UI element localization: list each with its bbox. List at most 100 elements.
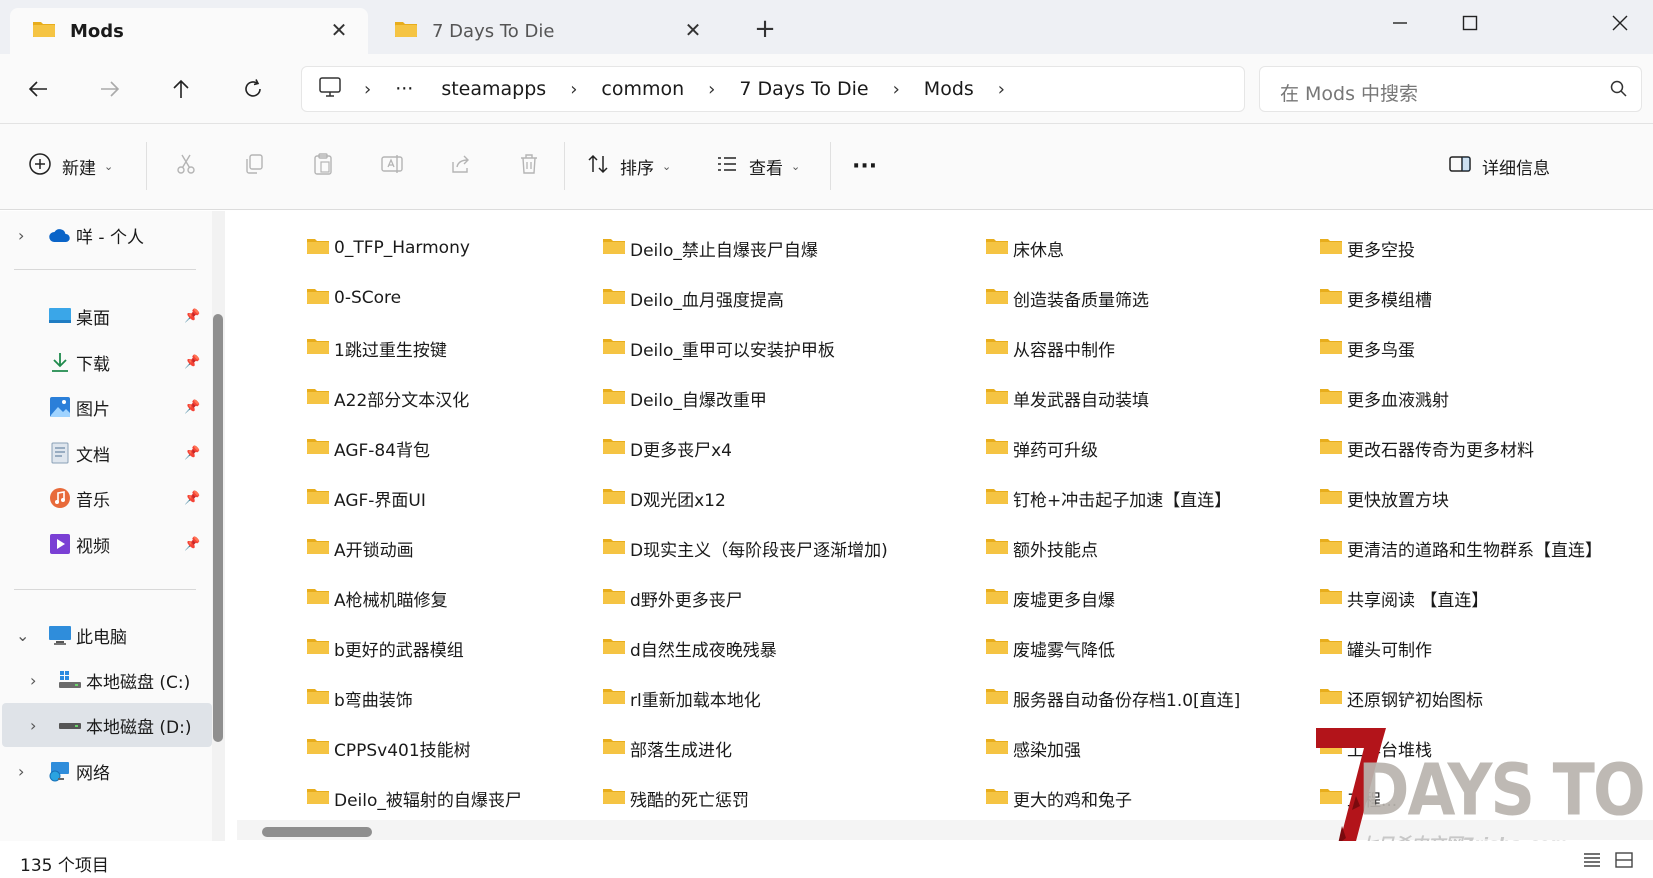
details-pane-button[interactable]: 详细信息 xyxy=(1448,148,1550,184)
sidebar-item-downloads[interactable]: 下载 📌 xyxy=(0,340,212,384)
address-bar[interactable]: › ··· steamapps › common › 7 Days To Die… xyxy=(301,66,1245,112)
breadcrumb-mods[interactable]: Mods xyxy=(924,78,974,100)
minimize-button[interactable] xyxy=(1376,6,1424,40)
share-button[interactable] xyxy=(443,148,479,184)
folder-item[interactable]: 更快放置方块 xyxy=(1319,483,1449,513)
sidebar-item-documents[interactable]: 文档 📌 xyxy=(0,431,212,475)
sidebar-item-this-pc[interactable]: ⌄ 此电脑 xyxy=(0,613,212,657)
pin-icon[interactable]: 📌 xyxy=(184,491,200,506)
sidebar-item-onedrive[interactable]: › 咩 - 个人 xyxy=(0,213,212,257)
folder-item[interactable]: 服务器自动备份存档1.0[直连] xyxy=(985,683,1240,713)
cut-button[interactable] xyxy=(168,148,204,184)
paste-button[interactable] xyxy=(305,148,341,184)
rename-button[interactable] xyxy=(374,148,410,184)
folder-item[interactable]: b更好的武器模组 xyxy=(306,633,464,663)
folder-item[interactable]: 更清洁的道路和生物群系【直连】 xyxy=(1319,533,1602,563)
pin-icon[interactable]: 📌 xyxy=(184,355,200,370)
search-box[interactable]: 在 Mods 中搜索 xyxy=(1259,66,1642,112)
folder-item[interactable]: rl重新加载本地化 xyxy=(602,683,761,713)
folder-item[interactable]: 共享阅读 【直连】 xyxy=(1319,583,1488,613)
sidebar-item-drive-d[interactable]: › 本地磁盘 (D:) xyxy=(2,703,212,747)
search-input[interactable]: 在 Mods 中搜索 xyxy=(1280,79,1418,106)
folder-item[interactable]: Deilo_重甲可以安装护甲板 xyxy=(602,333,835,363)
chevron-right-icon[interactable]: › xyxy=(998,79,1005,100)
chevron-right-icon[interactable]: › xyxy=(18,226,24,245)
folder-item[interactable]: 钉枪+冲击起子加速【直连】 xyxy=(985,483,1231,513)
sidebar-item-desktop[interactable]: 桌面 📌 xyxy=(0,294,212,338)
tab-mods[interactable]: Mods ✕ xyxy=(10,8,368,54)
back-button[interactable] xyxy=(19,70,57,108)
more-options-button[interactable]: ··· xyxy=(852,148,877,184)
breadcrumb-steamapps[interactable]: steamapps xyxy=(441,78,546,100)
maximize-button[interactable] xyxy=(1446,6,1494,40)
chevron-right-icon[interactable]: › xyxy=(708,79,715,100)
chevron-right-icon[interactable]: › xyxy=(30,716,36,735)
sidebar-scrollbar-thumb[interactable] xyxy=(213,314,223,742)
close-window-button[interactable] xyxy=(1596,6,1644,40)
folder-item[interactable]: 还原钢铲初始图标 xyxy=(1319,683,1483,713)
folder-item[interactable]: A开锁动画 xyxy=(306,533,414,563)
folder-item[interactable]: 残酷的死亡惩罚 xyxy=(602,783,749,813)
pin-icon[interactable]: 📌 xyxy=(184,537,200,552)
breadcrumb-common[interactable]: common xyxy=(601,78,684,100)
view-button[interactable]: 查看 ⌄ xyxy=(715,148,800,184)
folder-item[interactable]: A22部分文本汉化 xyxy=(306,383,469,413)
folder-item[interactable]: 更大的鸡和兔子 xyxy=(985,783,1132,813)
search-icon[interactable] xyxy=(1609,79,1629,104)
folder-item[interactable]: Deilo_禁止自爆丧尸自爆 xyxy=(602,233,818,263)
folder-item[interactable]: 额外技能点 xyxy=(985,533,1098,563)
chevron-down-icon[interactable]: ⌄ xyxy=(16,626,29,645)
sidebar-item-music[interactable]: 音乐 📌 xyxy=(0,476,212,520)
folder-item[interactable]: 部落生成进化 xyxy=(602,733,732,763)
folder-item[interactable]: AGF-界面UI xyxy=(306,483,426,513)
folder-item[interactable]: D观光团x12 xyxy=(602,483,726,513)
folder-item[interactable]: 0-SCore xyxy=(306,283,401,313)
folder-item[interactable]: 感染加强 xyxy=(985,733,1081,763)
folder-item[interactable]: 废墟更多自爆 xyxy=(985,583,1115,613)
folder-item[interactable]: 弹药可升级 xyxy=(985,433,1098,463)
sort-button[interactable]: 排序 ⌄ xyxy=(586,148,671,184)
up-button[interactable] xyxy=(162,70,200,108)
horizontal-scrollbar-thumb[interactable] xyxy=(262,827,372,837)
folder-item[interactable]: 从容器中制作 xyxy=(985,333,1115,363)
folder-item[interactable]: 更多鸟蛋 xyxy=(1319,333,1415,363)
folder-item[interactable]: d野外更多丧尸 xyxy=(602,583,743,613)
folder-item[interactable]: CPPSv401技能树 xyxy=(306,733,471,763)
folder-item[interactable]: Deilo_血月强度提高 xyxy=(602,283,784,313)
forward-button[interactable] xyxy=(91,70,129,108)
folder-item[interactable]: 1跳过重生按键 xyxy=(306,333,447,363)
sidebar-item-videos[interactable]: 视频 📌 xyxy=(0,522,212,566)
folder-item[interactable]: 创造装备质量筛选 xyxy=(985,283,1149,313)
details-view-icon[interactable] xyxy=(1582,851,1604,871)
chevron-right-icon[interactable]: › xyxy=(570,79,577,100)
pin-icon[interactable]: 📌 xyxy=(184,400,200,415)
sidebar-item-pictures[interactable]: 图片 📌 xyxy=(0,385,212,429)
pin-icon[interactable]: 📌 xyxy=(184,309,200,324)
folder-item[interactable]: D现实主义（每阶段丧尸逐渐增加) xyxy=(602,533,888,563)
breadcrumb-overflow[interactable]: ··· xyxy=(395,78,413,100)
breadcrumb-7-days-to-die[interactable]: 7 Days To Die xyxy=(739,78,868,100)
chevron-right-icon[interactable]: › xyxy=(893,79,900,100)
folder-item[interactable]: 更多模组槽 xyxy=(1319,283,1432,313)
delete-button[interactable] xyxy=(511,148,547,184)
folder-item[interactable]: Deilo_自爆改重甲 xyxy=(602,383,767,413)
chevron-right-icon[interactable]: › xyxy=(18,762,24,781)
folder-item[interactable]: 更改石器传奇为更多材料 xyxy=(1319,433,1534,463)
folder-item[interactable]: b弯曲装饰 xyxy=(306,683,413,713)
folder-item[interactable]: Deilo_被辐射的自爆丧尸 xyxy=(306,783,522,813)
folder-item[interactable]: d自然生成夜晚残暴 xyxy=(602,633,777,663)
close-tab-icon[interactable]: ✕ xyxy=(682,19,704,41)
close-tab-icon[interactable]: ✕ xyxy=(328,19,350,41)
chevron-right-icon[interactable]: › xyxy=(30,671,36,690)
refresh-button[interactable] xyxy=(234,70,272,108)
folder-item[interactable]: 废墟雾气降低 xyxy=(985,633,1115,663)
folder-item[interactable]: AGF-84背包 xyxy=(306,433,430,463)
folder-item[interactable]: A枪械机瞄修复 xyxy=(306,583,448,613)
folder-item[interactable]: 罐头可制作 xyxy=(1319,633,1432,663)
folder-item[interactable]: 更多空投 xyxy=(1319,233,1415,263)
chevron-right-icon[interactable]: › xyxy=(364,79,371,100)
sidebar-item-drive-c[interactable]: › 本地磁盘 (C:) xyxy=(0,658,212,702)
folder-item[interactable]: D更多丧尸x4 xyxy=(602,433,732,463)
tab-7-days-to-die[interactable]: 7 Days To Die ✕ xyxy=(372,8,722,54)
folder-item[interactable]: 更多血液溅射 xyxy=(1319,383,1449,413)
